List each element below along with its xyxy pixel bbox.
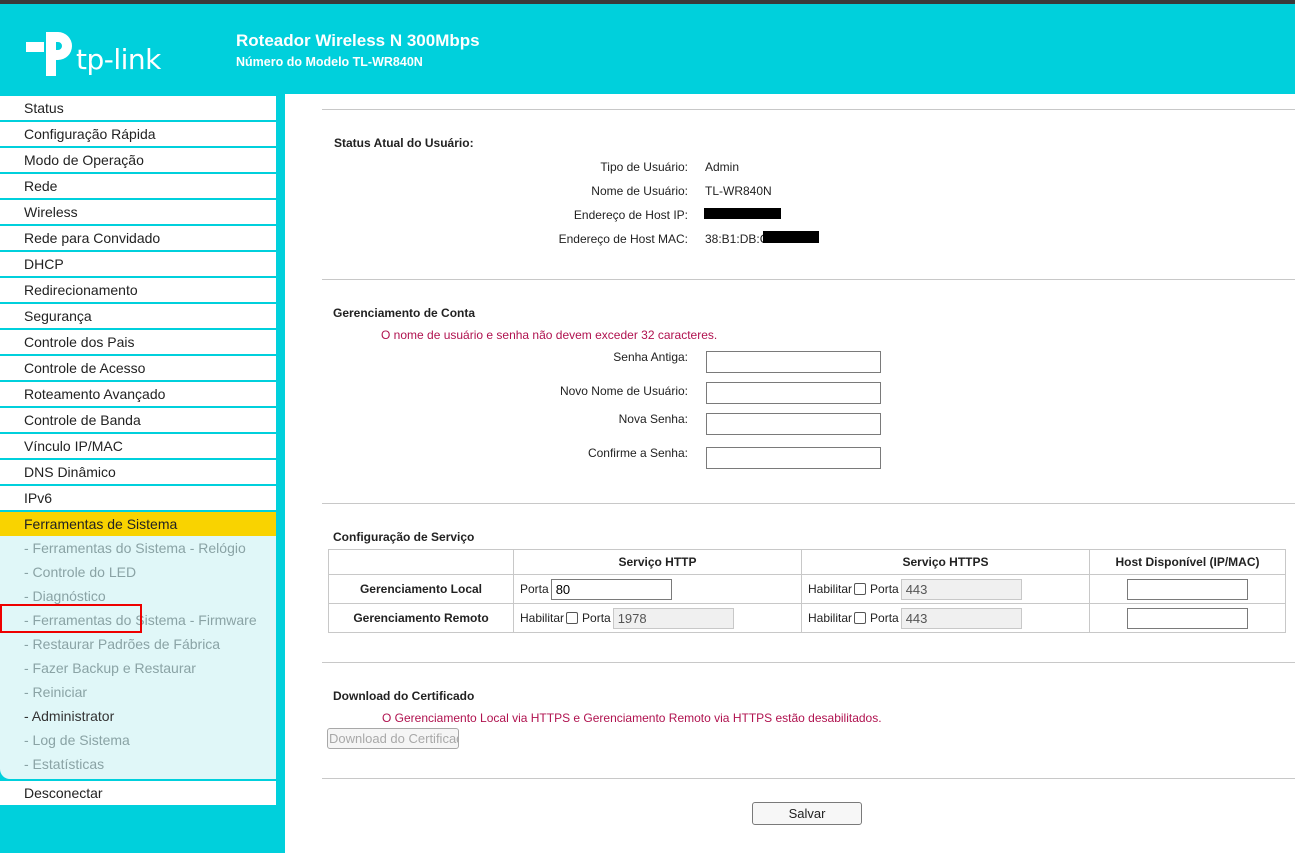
header-banner: tp-link Roteador Wireless N 300Mbps Núme…	[0, 4, 1295, 94]
user-name-label: Nome de Usuário:	[591, 184, 688, 198]
divider	[322, 279, 1295, 280]
port-label: Porta	[870, 582, 899, 596]
port-label: Porta	[582, 611, 611, 625]
local-host-cell	[1089, 574, 1286, 604]
service-config-title: Configuração de Serviço	[333, 530, 475, 544]
old-password-label: Senha Antiga:	[613, 350, 688, 364]
submenu-item-time-settings[interactable]: - Ferramentas do Sistema - Relógio	[0, 536, 276, 560]
local-https-cell: Habilitar Porta	[801, 574, 1090, 604]
sidebar-item-advanced-routing[interactable]: Roteamento Avançado	[0, 382, 276, 406]
logo-text: tp-link	[76, 43, 161, 76]
account-length-note: O nome de usuário e senha não devem exce…	[381, 328, 718, 342]
remote-https-port-input[interactable]	[900, 607, 1022, 629]
local-http-port-input[interactable]	[550, 578, 672, 600]
new-password-input[interactable]	[706, 413, 881, 435]
sidebar-item-access-control[interactable]: Controle de Acesso	[0, 356, 276, 380]
local-https-port-input[interactable]	[900, 578, 1022, 600]
user-type-value: Admin	[705, 160, 740, 174]
new-username-input[interactable]	[706, 382, 881, 404]
host-mac-label: Endereço de Host MAC:	[558, 232, 688, 246]
submenu-item-factory-defaults[interactable]: - Restaurar Padrões de Fábrica	[0, 632, 276, 656]
new-username-label: Novo Nome de Usuário:	[559, 384, 688, 398]
sidebar-item-network[interactable]: Rede	[0, 174, 276, 198]
redacted-host-ip	[704, 208, 781, 219]
host-ip-label: Endereço de Host IP:	[573, 208, 688, 222]
sidebar-item-system-tools[interactable]: Ferramentas de Sistema	[0, 512, 276, 536]
enable-label: Habilitar	[808, 611, 853, 625]
system-tools-submenu: - Ferramentas do Sistema - Relógio - Con…	[0, 536, 276, 779]
remote-http-enable-checkbox[interactable]	[566, 612, 579, 624]
enable-label: Habilitar	[808, 582, 853, 596]
save-button[interactable]: Salvar	[752, 802, 862, 825]
main-content: Status Atual do Usuário: Tipo de Usuário…	[285, 94, 1295, 853]
divider	[322, 778, 1295, 779]
tp-link-logo-icon	[26, 32, 72, 76]
old-password-input[interactable]	[706, 351, 881, 373]
sidebar-item-wireless[interactable]: Wireless	[0, 200, 276, 224]
sidebar-item-guest-network[interactable]: Rede para Convidado	[0, 226, 276, 250]
submenu-item-led-control[interactable]: - Controle do LED	[0, 560, 276, 584]
port-label: Porta	[520, 582, 549, 596]
enable-label: Habilitar	[520, 611, 565, 625]
table-header-http: Serviço HTTP	[513, 549, 802, 575]
user-name-value: TL-WR840N	[705, 184, 772, 198]
remote-management-label: Gerenciamento Remoto	[328, 603, 514, 633]
product-title: Roteador Wireless N 300Mbps	[236, 31, 480, 50]
table-row: Gerenciamento Remoto Habilitar Porta Hab…	[328, 603, 1286, 633]
sidebar-item-dhcp[interactable]: DHCP	[0, 252, 276, 276]
table-row: Gerenciamento Local Porta Habilitar Port…	[328, 574, 1286, 604]
tp-link-logo: tp-link	[24, 30, 164, 86]
model-number: Número do Modelo TL-WR840N	[236, 55, 423, 69]
submenu-item-system-log[interactable]: - Log de Sistema	[0, 728, 276, 752]
sidebar-item-operation-mode[interactable]: Modo de Operação	[0, 148, 276, 172]
table-header-row: Serviço HTTP Serviço HTTPS Host Disponív…	[328, 549, 1286, 575]
remote-http-cell: Habilitar Porta	[513, 603, 802, 633]
local-management-label: Gerenciamento Local	[328, 574, 514, 604]
confirm-password-label: Confirme a Senha:	[587, 446, 688, 460]
table-header-host: Host Disponível (IP/MAC)	[1089, 549, 1286, 575]
submenu-item-reboot[interactable]: - Reiniciar	[0, 680, 276, 704]
sidebar-item-dynamic-dns[interactable]: DNS Dinâmico	[0, 460, 276, 484]
divider	[322, 109, 1295, 110]
sidebar-item-bandwidth-control[interactable]: Controle de Banda	[0, 408, 276, 432]
divider	[322, 503, 1295, 504]
local-host-input[interactable]	[1127, 578, 1248, 600]
submenu-item-backup-restore[interactable]: - Fazer Backup e Restaurar	[0, 656, 276, 680]
sidebar-item-parental-control[interactable]: Controle dos Pais	[0, 330, 276, 354]
remote-https-enable-checkbox[interactable]	[854, 612, 867, 624]
submenu-item-statistics[interactable]: - Estatísticas	[0, 752, 276, 776]
certificate-note: O Gerenciamento Local via HTTPS e Gerenc…	[382, 711, 882, 725]
port-label: Porta	[870, 611, 899, 625]
local-http-cell: Porta	[513, 574, 802, 604]
user-type-label: Tipo de Usuário:	[600, 160, 688, 174]
confirm-password-input[interactable]	[706, 447, 881, 469]
sidebar-item-logout[interactable]: Desconectar	[0, 781, 276, 805]
sidebar-item-status[interactable]: Status	[0, 96, 276, 120]
divider	[322, 662, 1295, 663]
download-certificate-button[interactable]: Download do Certificado	[327, 728, 459, 749]
sidebar: Status Configuração Rápida Modo de Opera…	[0, 94, 285, 853]
sidebar-item-quick-setup[interactable]: Configuração Rápida	[0, 122, 276, 146]
remote-https-cell: Habilitar Porta	[801, 603, 1090, 633]
remote-host-cell	[1089, 603, 1286, 633]
sidebar-item-security[interactable]: Segurança	[0, 304, 276, 328]
local-https-enable-checkbox[interactable]	[854, 583, 867, 595]
new-password-label: Nova Senha:	[618, 412, 688, 426]
service-table: Serviço HTTP Serviço HTTPS Host Disponív…	[328, 549, 1286, 633]
account-management-title: Gerenciamento de Conta	[333, 306, 476, 320]
certificate-title: Download do Certificado	[333, 689, 475, 703]
remote-host-input[interactable]	[1127, 607, 1248, 629]
host-mac-value: 38:B1:DB:C	[705, 232, 769, 246]
redacted-host-mac	[763, 231, 819, 243]
selection-highlight-box	[0, 604, 142, 633]
remote-http-port-input[interactable]	[612, 607, 734, 629]
sidebar-item-forwarding[interactable]: Redirecionamento	[0, 278, 276, 302]
sidebar-item-ip-mac-binding[interactable]: Vínculo IP/MAC	[0, 434, 276, 458]
submenu-item-administrator[interactable]: - Administrator	[0, 704, 276, 728]
table-header-https: Serviço HTTPS	[801, 549, 1090, 575]
sidebar-menu: Status Configuração Rápida Modo de Opera…	[0, 96, 276, 807]
sidebar-item-ipv6[interactable]: IPv6	[0, 486, 276, 510]
user-status-title: Status Atual do Usuário:	[334, 136, 474, 150]
table-header-empty	[328, 549, 514, 575]
